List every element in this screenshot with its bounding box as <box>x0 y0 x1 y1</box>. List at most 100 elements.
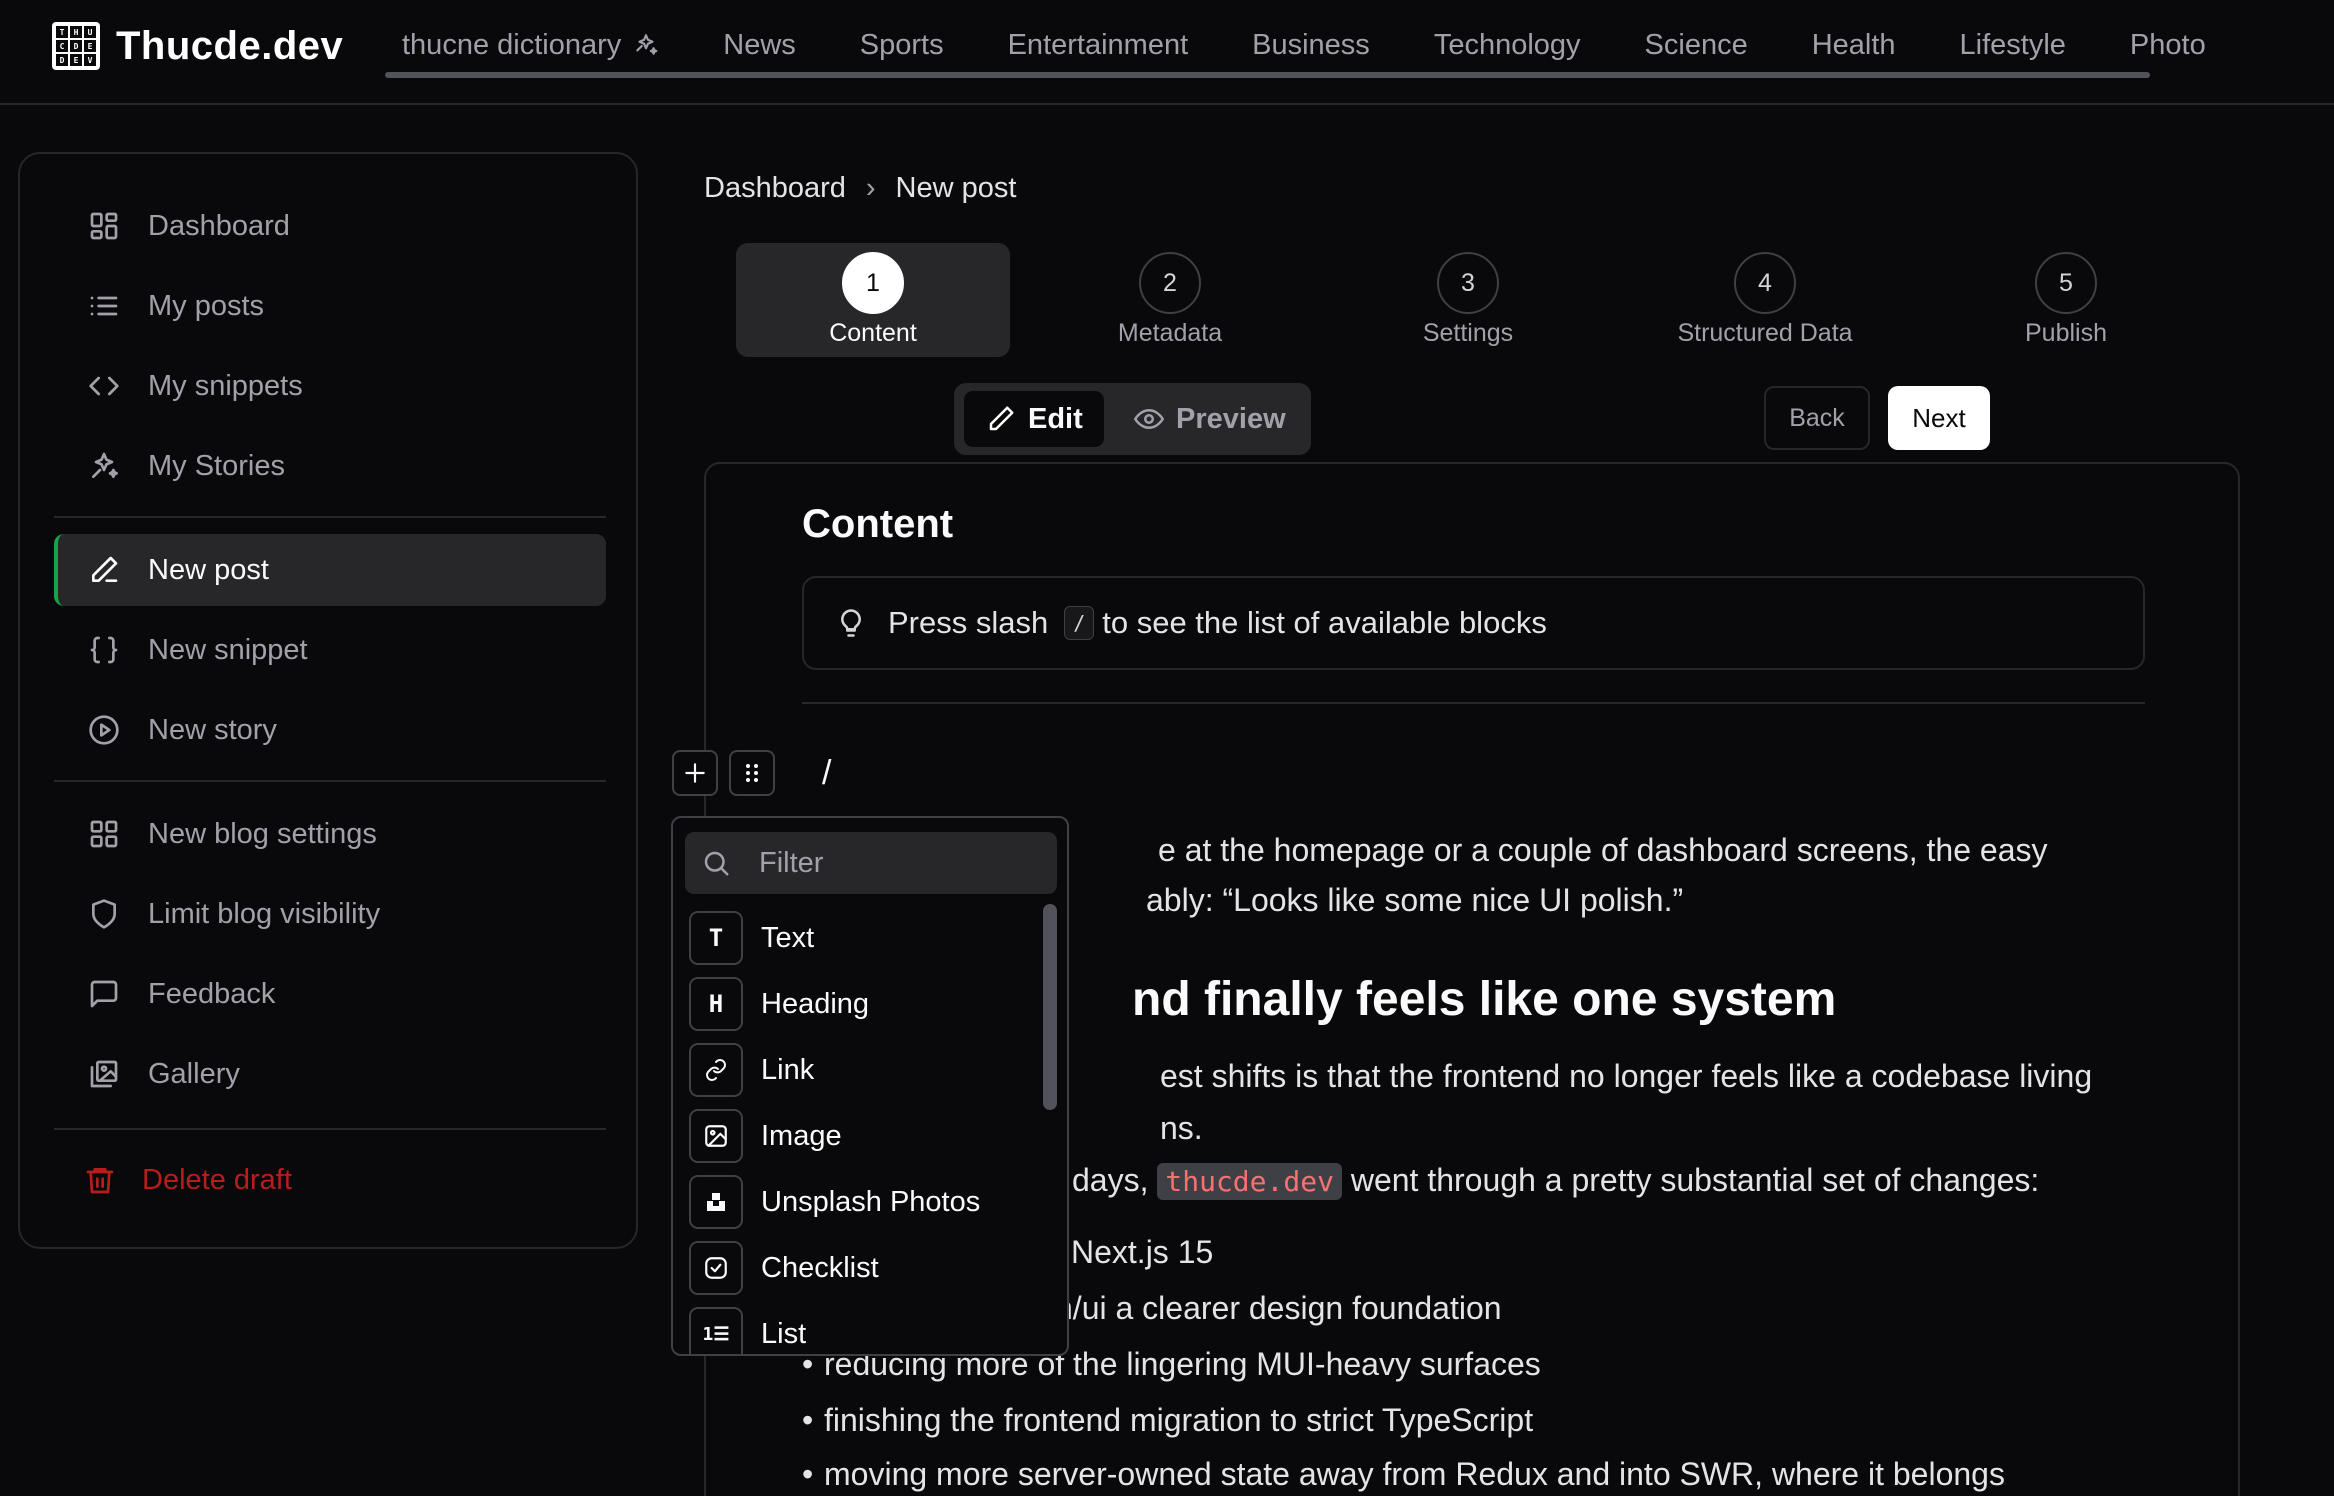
chevron-right-icon: › <box>865 172 876 204</box>
logo: T H U C D E D E V <box>52 22 100 70</box>
eye-icon <box>1134 404 1164 434</box>
sidebar-item-label: New snippet <box>148 633 308 666</box>
sidebar-item-dashboard[interactable]: Dashboard <box>54 190 606 262</box>
slash-key: / <box>1064 606 1095 640</box>
code-icon <box>88 370 120 402</box>
step-label: Content <box>829 319 917 347</box>
nav-item-health[interactable]: Health <box>1812 29 1896 62</box>
tip-banner: Press slash / to see the list of availab… <box>802 576 2145 670</box>
sidebar-item-label: Limit blog visibility <box>148 897 381 930</box>
nav-item-dictionary[interactable]: thucne dictionary <box>402 29 659 62</box>
checkbox-icon <box>689 1241 743 1295</box>
nav-item-sports[interactable]: Sports <box>860 29 944 62</box>
step-number: 2 <box>1139 252 1201 314</box>
drag-handle[interactable] <box>729 750 775 796</box>
image-icon <box>689 1109 743 1163</box>
sidebar-item-label: New story <box>148 713 277 746</box>
list-item[interactable]: moving more server-owned state away from… <box>802 1456 2005 1493</box>
sidebar-item-my-stories[interactable]: My Stories <box>54 430 606 502</box>
step-publish[interactable]: 5 Publish <box>1929 243 2203 357</box>
delete-draft-button[interactable]: Delete draft <box>54 1144 606 1216</box>
sidebar-item-label: Feedback <box>148 977 276 1010</box>
sidebar-divider <box>54 516 606 518</box>
nav-item-business[interactable]: Business <box>1252 29 1370 62</box>
nav-item-lifestyle[interactable]: Lifestyle <box>1960 29 2066 62</box>
nav-item-news[interactable]: News <box>723 29 796 62</box>
search-icon <box>701 848 731 878</box>
editor-title: Content <box>802 502 954 546</box>
block-option-text[interactable]: T Text <box>689 910 1039 966</box>
sidebar-item-label: New blog settings <box>148 817 377 850</box>
edit-tab[interactable]: Edit <box>964 391 1104 447</box>
sidebar-item-label: My posts <box>148 289 265 322</box>
list-item[interactable]: n/ui a clearer design foundation <box>1055 1290 1502 1327</box>
grip-icon <box>742 761 762 785</box>
sidebar-item-label: New post <box>148 553 269 586</box>
nav-item-science[interactable]: Science <box>1645 29 1748 62</box>
block-option-unsplash[interactable]: Unsplash Photos <box>689 1174 1039 1230</box>
nav-item-photo[interactable]: Photo <box>2130 29 2206 62</box>
brand-name: Thucde.dev <box>116 23 344 68</box>
sidebar-item-label: Delete draft <box>142 1163 292 1196</box>
next-button[interactable]: Next <box>1888 386 1990 450</box>
pencil-icon <box>986 404 1016 434</box>
text-icon: T <box>689 911 743 965</box>
step-label: Settings <box>1422 319 1514 347</box>
step-label: Publish <box>2025 319 2107 347</box>
step-structured-data[interactable]: 4 Structured Data <box>1628 243 1902 357</box>
preview-tab[interactable]: Preview <box>1114 391 1301 447</box>
menu-scrollbar[interactable] <box>1043 904 1057 1110</box>
heading-block[interactable]: nd finally feels like one system <box>1132 972 1836 1027</box>
nav-item-technology[interactable]: Technology <box>1434 29 1581 62</box>
gallery-icon <box>88 1058 120 1090</box>
sidebar-item-label: Dashboard <box>148 209 290 242</box>
category-nav: thucne dictionary News Sports Entertainm… <box>385 22 2270 68</box>
back-button[interactable]: Back <box>1764 386 1870 450</box>
block-option-image[interactable]: Image <box>689 1108 1039 1164</box>
step-settings[interactable]: 3 Settings <box>1331 243 1605 357</box>
sidebar-item-my-posts[interactable]: My posts <box>54 270 606 342</box>
paragraph[interactable]: days, thucde.dev went through a pretty s… <box>1072 1162 2039 1200</box>
sidebar-item-my-snippets[interactable]: My snippets <box>54 350 606 422</box>
nav-scrollbar[interactable] <box>385 72 2150 78</box>
brand[interactable]: T H U C D E D E V Thucde.dev <box>52 22 343 70</box>
list-item[interactable]: finishing the frontend migration to stri… <box>802 1402 1533 1439</box>
lightbulb-icon <box>836 608 866 638</box>
inline-code: thucde.dev <box>1157 1163 1342 1200</box>
sidebar-item-gallery[interactable]: Gallery <box>54 1038 606 1110</box>
sidebar-item-new-snippet[interactable]: New snippet <box>54 614 606 686</box>
sidebar-item-new-post[interactable]: New post <box>54 534 606 606</box>
ordered-list-icon: 1☰ <box>689 1307 743 1354</box>
play-circle-icon <box>88 714 120 746</box>
editor-current-line[interactable]: / <box>822 754 831 793</box>
breadcrumb-dashboard-link[interactable]: Dashboard <box>704 172 846 205</box>
sidebar: Dashboard My posts My snippets My Storie… <box>18 152 638 1249</box>
paragraph[interactable]: ns. <box>1160 1110 1203 1147</box>
step-number: 5 <box>2035 252 2097 314</box>
braces-icon <box>88 634 120 666</box>
add-block-button[interactable] <box>672 750 718 796</box>
step-number: 1 <box>842 252 904 314</box>
grid-icon <box>88 818 120 850</box>
top-bar: T H U C D E D E V Thucde.dev thucne dict… <box>0 0 2334 105</box>
nav-item-entertainment[interactable]: Entertainment <box>1008 29 1189 62</box>
sidebar-item-limit-visibility[interactable]: Limit blog visibility <box>54 878 606 950</box>
list-item[interactable]: Next.js 15 <box>1071 1234 1213 1271</box>
step-metadata[interactable]: 2 Metadata <box>1033 243 1307 357</box>
sidebar-item-feedback[interactable]: Feedback <box>54 958 606 1030</box>
filter-input[interactable]: Filter <box>685 832 1057 894</box>
paragraph[interactable]: est shifts is that the frontend no longe… <box>1160 1058 2092 1095</box>
step-label: Metadata <box>1117 319 1223 347</box>
block-option-list[interactable]: 1☰ List <box>689 1306 1039 1354</box>
message-icon <box>88 978 120 1010</box>
block-option-checklist[interactable]: Checklist <box>689 1240 1039 1296</box>
sidebar-item-label: My Stories <box>148 449 285 482</box>
sidebar-item-new-story[interactable]: New story <box>54 694 606 766</box>
sidebar-divider <box>54 1128 606 1130</box>
block-option-link[interactable]: Link <box>689 1042 1039 1098</box>
step-content[interactable]: 1 Content <box>736 243 1010 357</box>
sidebar-item-blog-settings[interactable]: New blog settings <box>54 798 606 870</box>
block-option-heading[interactable]: H Heading <box>689 976 1039 1032</box>
sidebar-divider <box>54 780 606 782</box>
sidebar-item-label: Gallery <box>148 1057 240 1090</box>
